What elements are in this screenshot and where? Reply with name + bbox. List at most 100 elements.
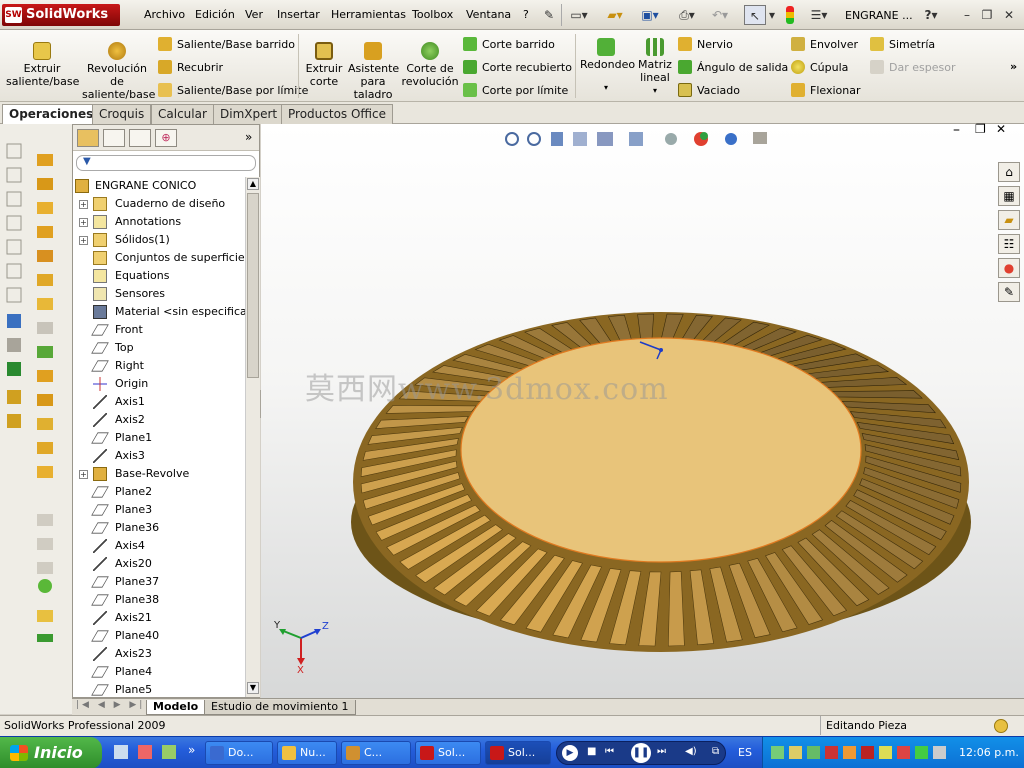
quicklaunch-more-icon[interactable]: » [188,743,195,757]
close-icon[interactable]: ✕ [1000,5,1018,25]
design-library-icon[interactable]: ▦ [998,186,1020,206]
tree-item[interactable]: + Sólidos(1) [73,231,245,249]
tray-icon-8[interactable] [897,746,910,759]
start-button[interactable]: Inicio [0,737,102,768]
tab-productos-office[interactable]: Productos Office [281,104,393,124]
menu-archivo[interactable]: Archivo [144,8,185,21]
tray-icon-1[interactable] [771,746,784,759]
tree-item[interactable]: Axis23 [73,645,245,663]
undo-icon[interactable]: ↶▾ [706,5,734,25]
media-stop-icon[interactable]: ■ [587,746,596,757]
task-c[interactable]: C... [341,741,411,765]
tree-item[interactable]: Top [73,339,245,357]
tree-item[interactable]: + Base-Revolve [73,465,245,483]
asistente-taladro-button[interactable]: Asistente para taladro [348,42,399,101]
tree-item[interactable]: Plane4 [73,663,245,681]
corte-revolucion-button[interactable]: Corte de revolución [400,42,460,88]
task-folder[interactable]: Nu... [277,741,337,765]
propertymanager-tab-icon[interactable] [103,129,125,147]
tree-item[interactable]: Plane2 [73,483,245,501]
tree-item[interactable]: Plane37 [73,573,245,591]
tree-item[interactable]: Axis1 [73,393,245,411]
tree-item[interactable]: Axis3 [73,447,245,465]
restore-icon[interactable]: ❐ [978,5,996,25]
media-player-toolbar[interactable]: ▶ ■ ⏮ ❚❚ ⏭ ◀) ⧉ [556,741,726,765]
vaciado-button[interactable]: Vaciado [678,83,740,98]
tray-icon-2[interactable] [789,746,802,759]
menu-toolbox[interactable]: Toolbox [412,8,453,21]
tree-item[interactable]: Plane1 [73,429,245,447]
scroll-up-icon[interactable]: ▲ [247,178,259,190]
rebuild-traffic-light-icon[interactable] [786,6,794,24]
scroll-thumb[interactable] [247,193,259,378]
more-commands-icon[interactable]: » [1010,60,1017,73]
menu-ver[interactable]: Ver [245,8,263,21]
dimxpert-tab-icon[interactable]: ⊕ [155,129,177,147]
redondeo-dropdown-icon[interactable]: ▾ [580,81,632,94]
flexionar-button[interactable]: Flexionar [791,83,861,98]
tree-filter-input[interactable]: ▼ [76,155,256,171]
tree-item[interactable]: Front [73,321,245,339]
clock[interactable]: 12:06 p.m. [959,746,1019,759]
menu-ventana[interactable]: Ventana [466,8,511,21]
language-indicator[interactable]: ES [738,746,752,759]
task-solidworks-2[interactable]: Sol... [485,741,551,765]
tree-item[interactable]: Origin [73,375,245,393]
volume-icon[interactable] [933,746,946,759]
viewport-close-icon[interactable]: ✕ [996,122,1006,136]
solidworks-logo[interactable]: SW SolidWorks [2,4,120,26]
media-play-icon[interactable]: ▶ [562,745,578,761]
angulo-salida-button[interactable]: Ángulo de salida [678,60,788,75]
task-word-doc[interactable]: Do... [205,741,273,765]
tree-item[interactable]: Equations [73,267,245,285]
featuremanager-tab-icon[interactable] [77,129,99,147]
tray-icon-9[interactable] [915,746,928,759]
matriz-dropdown-icon[interactable]: ▾ [636,84,674,97]
options-icon[interactable]: ☰▾ [804,5,834,25]
tree-item[interactable]: Axis4 [73,537,245,555]
quicklaunch-desktop-icon[interactable] [114,745,128,759]
dar-espesor-button[interactable]: Dar espesor [870,60,955,75]
rebuild-status-icon[interactable] [994,719,1008,733]
tree-item[interactable]: Axis21 [73,609,245,627]
envolver-button[interactable]: Envolver [791,37,858,52]
tray-icon-4[interactable] [825,746,838,759]
custom-properties-icon[interactable]: ✎ [998,282,1020,302]
viewport-minimize-icon[interactable]: – [953,122,960,138]
quicklaunch-media-icon[interactable] [162,745,176,759]
heads-up-view-toolbar[interactable] [503,128,803,150]
tree-item[interactable]: Plane40 [73,627,245,645]
tab-estudio-movimiento[interactable]: Estudio de movimiento 1 [204,700,356,715]
tray-icon-5[interactable] [843,746,856,759]
pin-icon[interactable]: ✎ [541,5,557,25]
tab-operaciones[interactable]: Operaciones [2,104,101,125]
menu-help[interactable]: ? [523,8,529,21]
open-icon[interactable]: ▰▾ [600,5,630,25]
bevel-gear-model[interactable] [341,242,981,662]
extruir-saliente-button[interactable]: Extruir saliente/base [6,42,79,88]
scroll-down-icon[interactable]: ▼ [247,682,259,694]
media-volume-icon[interactable]: ◀) [685,746,697,757]
tab-navigation-arrows[interactable]: |◀ ◀ ▶ ▶| [76,700,145,710]
select-dropdown-icon[interactable]: ▾ [766,5,778,25]
tree-item[interactable]: Material <sin especificar> [73,303,245,321]
select-pointer-icon[interactable]: ↖ [744,5,766,25]
tree-item[interactable]: Plane5 [73,681,245,697]
saliente-limite-button[interactable]: Saliente/Base por límite [158,83,308,98]
extruir-corte-button[interactable]: Extruir corte [302,42,346,88]
expand-panel-icon[interactable]: » [245,130,252,144]
tab-croquis[interactable]: Croquis [92,104,152,124]
expand-toggle-icon[interactable]: + [79,470,88,479]
media-pause-icon[interactable]: ❚❚ [631,743,651,763]
simetria-button[interactable]: Simetría [870,37,935,52]
tab-calcular[interactable]: Calcular [151,104,214,124]
tree-item[interactable]: Plane38 [73,591,245,609]
tree-item[interactable]: Axis20 [73,555,245,573]
corte-barrido-button[interactable]: Corte barrido [463,37,555,52]
print-icon[interactable]: ⎙▾ [672,5,702,25]
expand-toggle-icon[interactable]: + [79,218,88,227]
tab-dimxpert[interactable]: DimXpert [213,104,285,124]
media-next-icon[interactable]: ⏭ [657,746,666,757]
media-restore-icon[interactable]: ⧉ [712,746,719,757]
tray-icon-7[interactable] [879,746,892,759]
